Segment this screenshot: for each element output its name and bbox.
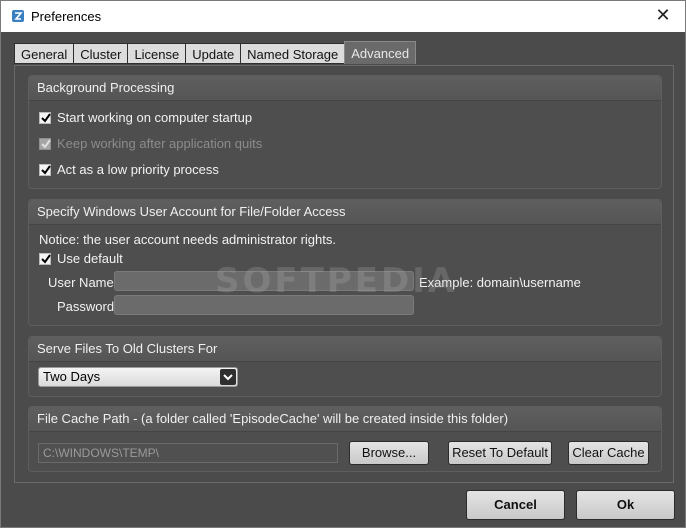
use-default-label: Use default bbox=[57, 251, 123, 266]
chevron-down-icon bbox=[220, 369, 236, 385]
group-title: Specify Windows User Account for File/Fo… bbox=[29, 200, 661, 225]
checkmark-icon bbox=[41, 113, 51, 123]
keep-working-checkbox bbox=[39, 138, 51, 150]
use-default-checkbox[interactable] bbox=[39, 253, 51, 265]
window-title: Preferences bbox=[31, 9, 102, 24]
dropdown-value: Two Days bbox=[43, 369, 101, 384]
preferences-window: Preferences ✕ General Cluster License Up… bbox=[0, 0, 686, 528]
clear-cache-button[interactable]: Clear Cache bbox=[568, 441, 649, 465]
tab-bar: General Cluster License Update Named Sto… bbox=[14, 41, 417, 65]
low-priority-label: Act as a low priority process bbox=[57, 162, 219, 177]
checkmark-icon bbox=[41, 139, 51, 149]
start-on-startup-checkbox[interactable] bbox=[39, 112, 51, 124]
username-example: Example: domain\username bbox=[419, 275, 581, 290]
group-title: File Cache Path - (a folder called 'Epis… bbox=[29, 407, 661, 432]
start-on-startup-label: Start working on computer startup bbox=[57, 110, 253, 125]
file-cache-group: File Cache Path - (a folder called 'Epis… bbox=[28, 406, 662, 472]
serve-files-dropdown[interactable]: Two Days bbox=[38, 367, 238, 387]
serve-files-group: Serve Files To Old Clusters For Two Days bbox=[28, 336, 662, 397]
cancel-button[interactable]: Cancel bbox=[466, 490, 565, 520]
username-input[interactable] bbox=[114, 271, 414, 291]
admin-notice: Notice: the user account needs administr… bbox=[39, 232, 336, 247]
checkmark-icon bbox=[41, 165, 51, 175]
browse-button[interactable]: Browse... bbox=[349, 441, 429, 465]
reset-to-default-button[interactable]: Reset To Default bbox=[448, 441, 552, 465]
title-bar: Preferences ✕ bbox=[1, 1, 685, 32]
tab-named-storage[interactable]: Named Storage bbox=[240, 43, 345, 64]
background-processing-group: Background Processing Start working on c… bbox=[28, 75, 662, 189]
group-title: Serve Files To Old Clusters For bbox=[29, 337, 661, 362]
close-icon[interactable]: ✕ bbox=[641, 1, 685, 32]
cache-path-input[interactable]: C:\WINDOWS\TEMP\ bbox=[38, 443, 338, 463]
app-icon bbox=[12, 10, 24, 22]
keep-working-label: Keep working after application quits bbox=[57, 136, 263, 151]
low-priority-checkbox[interactable] bbox=[39, 164, 51, 176]
advanced-panel: Background Processing Start working on c… bbox=[14, 65, 674, 483]
username-label: User Name: bbox=[48, 275, 118, 290]
password-label: Password: bbox=[57, 299, 118, 314]
tab-advanced[interactable]: Advanced bbox=[344, 41, 417, 64]
tab-update[interactable]: Update bbox=[185, 43, 241, 64]
ok-button[interactable]: Ok bbox=[576, 490, 675, 520]
group-title: Background Processing bbox=[29, 76, 661, 101]
tab-general[interactable]: General bbox=[14, 43, 74, 64]
tab-license[interactable]: License bbox=[127, 43, 186, 64]
password-input[interactable] bbox=[114, 295, 414, 315]
tab-cluster[interactable]: Cluster bbox=[73, 43, 128, 64]
user-account-group: Specify Windows User Account for File/Fo… bbox=[28, 199, 662, 326]
checkmark-icon bbox=[41, 254, 51, 264]
